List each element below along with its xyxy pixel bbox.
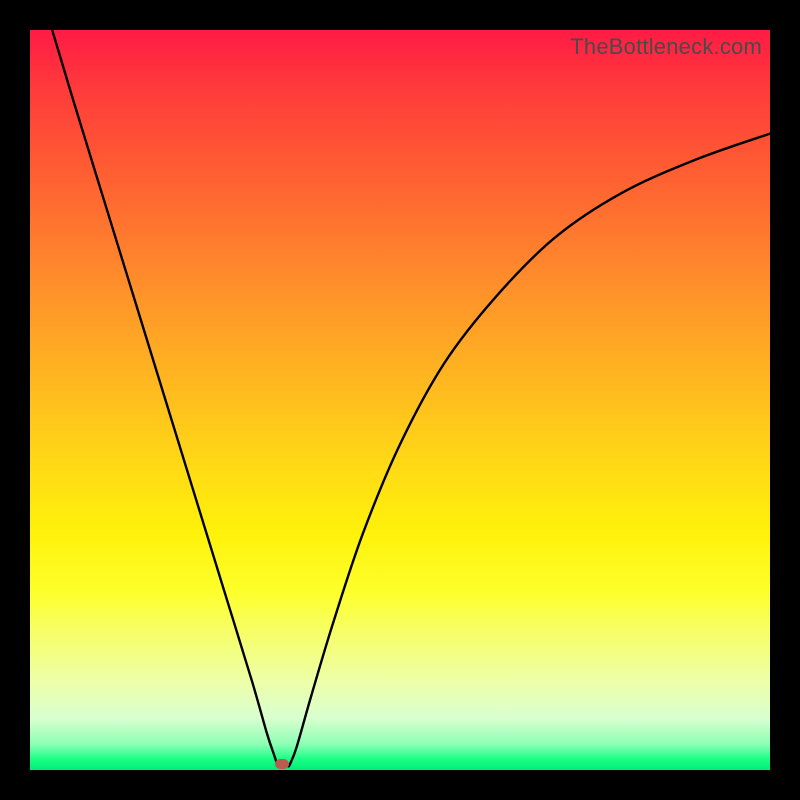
watermark-text: TheBottleneck.com: [570, 34, 762, 60]
chart-stage: TheBottleneck.com: [0, 0, 800, 800]
curve-path: [52, 30, 770, 766]
plot-area: TheBottleneck.com: [30, 30, 770, 770]
optimal-point-marker: [275, 759, 289, 769]
bottleneck-curve: [30, 30, 770, 770]
